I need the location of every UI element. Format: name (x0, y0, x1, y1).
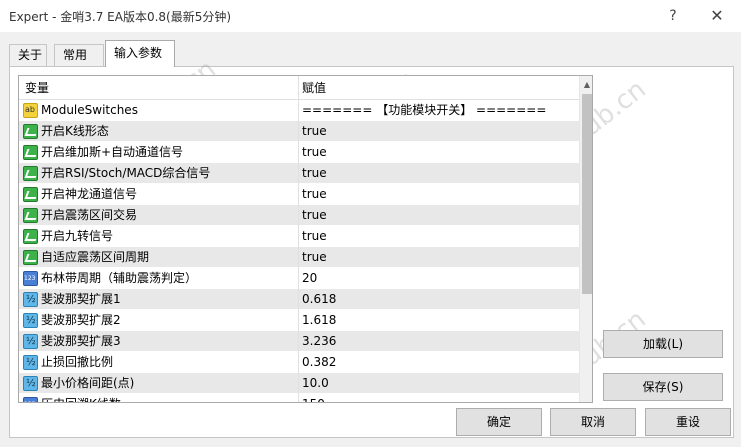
parameter-name-cell: 止损回撤比例 (19, 352, 299, 373)
double-icon (23, 355, 38, 370)
parameter-name-cell: 最小价格间距(点) (19, 373, 299, 394)
bool-icon (23, 124, 38, 139)
parameter-row[interactable]: 开启神龙通道信号 true (19, 184, 579, 205)
parameter-name: 止损回撤比例 (41, 355, 114, 369)
parameter-name: 斐波那契扩展2 (41, 313, 121, 327)
parameter-name: 开启RSI/Stoch/MACD综合信号 (41, 166, 211, 180)
parameter-name-cell: 开启K线形态 (19, 121, 299, 142)
parameter-value-cell[interactable]: 150 (299, 394, 579, 402)
close-button[interactable]: ✕ (703, 5, 731, 27)
save-button[interactable]: 保存(S) (603, 373, 723, 401)
parameter-name-cell: 开启九转信号 (19, 226, 299, 247)
parameter-name-cell: 斐波那契扩展2 (19, 310, 299, 331)
scroll-up-arrow-icon[interactable]: ▲ (580, 78, 592, 92)
parameters-grid[interactable]: 变量 赋值 ModuleSwitches ======= 【功能模块开关】 ===… (18, 75, 593, 403)
parameter-name-cell: 斐波那契扩展3 (19, 331, 299, 352)
parameter-name: 布林带周期（辅助震荡判定） (41, 271, 198, 285)
parameter-name: ModuleSwitches (41, 103, 138, 117)
parameter-value-cell[interactable]: true (299, 226, 579, 247)
help-button[interactable]: ? (659, 5, 687, 27)
parameter-name: 最小价格间距(点) (41, 376, 135, 390)
parameter-value-cell[interactable]: 20 (299, 268, 579, 289)
cancel-button[interactable]: 取消 (550, 408, 636, 436)
parameter-row[interactable]: 开启维加斯+自动通道信号 true (19, 142, 579, 163)
parameter-row[interactable]: 斐波那契扩展3 3.236 (19, 331, 579, 352)
double-icon (23, 313, 38, 328)
bool-icon (23, 208, 38, 223)
parameter-name: 开启维加斯+自动通道信号 (41, 145, 184, 159)
parameter-value-cell[interactable]: true (299, 121, 579, 142)
parameter-name-cell: 开启维加斯+自动通道信号 (19, 142, 299, 163)
double-icon (23, 334, 38, 349)
parameter-row[interactable]: 止损回撤比例 0.382 (19, 352, 579, 373)
parameter-name: 开启神龙通道信号 (41, 187, 138, 201)
parameter-name: 开启震荡区间交易 (41, 208, 138, 222)
parameter-value-cell[interactable]: 3.236 (299, 331, 579, 352)
parameter-row[interactable]: 最小价格间距(点) 10.0 (19, 373, 579, 394)
column-header-variable[interactable]: 变量 (19, 76, 299, 100)
double-icon (23, 376, 38, 391)
grid-rows: ModuleSwitches======= 【功能模块开关】 =======开启… (19, 100, 579, 402)
parameter-name: 斐波那契扩展1 (41, 292, 121, 306)
parameter-name: 开启九转信号 (41, 229, 114, 243)
parameter-value-cell[interactable]: true (299, 142, 579, 163)
int-icon (23, 271, 38, 286)
window-title: Expert - 金哨3.7 EA版本0.8(最新5分钟) (9, 10, 232, 24)
reset-button[interactable]: 重设 (645, 408, 731, 436)
parameter-value-cell[interactable]: ======= 【功能模块开关】 ======= (299, 100, 579, 121)
bool-icon (23, 229, 38, 244)
grid-header: 变量 赋值 (19, 76, 579, 100)
string-icon (23, 103, 38, 118)
parameter-row[interactable]: 布林带周期（辅助震荡判定） 20 (19, 268, 579, 289)
parameter-row[interactable]: ModuleSwitches ======= 【功能模块开关】 ======= (19, 100, 579, 121)
parameter-name: 斐波那契扩展3 (41, 334, 121, 348)
column-header-value[interactable]: 赋值 (299, 76, 579, 100)
vertical-scrollbar[interactable]: ▲ (579, 76, 592, 402)
parameter-name-cell: ModuleSwitches (19, 100, 299, 121)
parameter-name-cell: 开启震荡区间交易 (19, 205, 299, 226)
parameter-row[interactable]: 开启RSI/Stoch/MACD综合信号 true (19, 163, 579, 184)
title-bar: Expert - 金哨3.7 EA版本0.8(最新5分钟) ? ✕ (0, 0, 741, 32)
tab-inputs[interactable]: 输入参数 (105, 40, 175, 67)
parameter-row[interactable]: 开启九转信号 true (19, 226, 579, 247)
bool-icon (23, 145, 38, 160)
parameter-row[interactable]: 斐波那契扩展2 1.618 (19, 310, 579, 331)
parameter-name-cell: 布林带周期（辅助震荡判定） (19, 268, 299, 289)
tab-common[interactable]: 常用 (54, 44, 104, 66)
parameter-value-cell[interactable]: 10.0 (299, 373, 579, 394)
double-icon (23, 292, 38, 307)
parameter-value-cell[interactable]: 0.618 (299, 289, 579, 310)
parameter-name-cell: 开启RSI/Stoch/MACD综合信号 (19, 163, 299, 184)
parameter-row[interactable]: 斐波那契扩展1 0.618 (19, 289, 579, 310)
bool-icon (23, 166, 38, 181)
parameter-name: 开启K线形态 (41, 124, 109, 138)
parameter-name-cell: 历史回溯K线数 (19, 394, 299, 402)
parameter-name: 自适应震荡区间周期 (41, 250, 150, 264)
parameter-value-cell[interactable]: true (299, 184, 579, 205)
parameter-name: 历史回溯K线数 (41, 397, 121, 402)
parameter-value-cell[interactable]: true (299, 205, 579, 226)
tab-about[interactable]: 关于 (9, 44, 47, 66)
parameter-value-cell[interactable]: 0.382 (299, 352, 579, 373)
parameter-row[interactable]: 开启K线形态 true (19, 121, 579, 142)
parameter-row[interactable]: 历史回溯K线数 150 (19, 394, 579, 402)
parameter-value-cell[interactable]: true (299, 163, 579, 184)
int-icon (23, 397, 38, 402)
bool-icon (23, 250, 38, 265)
parameter-value-cell[interactable]: 1.618 (299, 310, 579, 331)
ok-button[interactable]: 确定 (456, 408, 542, 436)
load-button[interactable]: 加载(L) (603, 330, 723, 358)
parameter-name-cell: 开启神龙通道信号 (19, 184, 299, 205)
bool-icon (23, 187, 38, 202)
parameter-row[interactable]: 自适应震荡区间周期 true (19, 247, 579, 268)
parameter-value-cell[interactable]: true (299, 247, 579, 268)
parameter-name-cell: 斐波那契扩展1 (19, 289, 299, 310)
parameter-row[interactable]: 开启震荡区间交易 true (19, 205, 579, 226)
scroll-thumb[interactable] (582, 94, 592, 294)
parameter-name-cell: 自适应震荡区间周期 (19, 247, 299, 268)
